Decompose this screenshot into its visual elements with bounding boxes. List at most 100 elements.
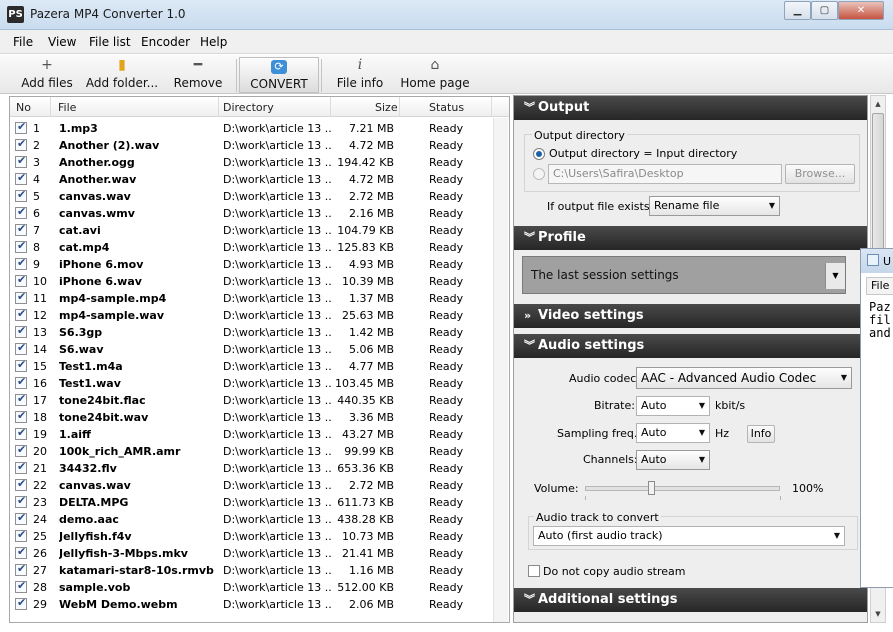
table-row[interactable]: 5 canvas.wav D:\work\article 13 ... 2.72 MB… xyxy=(10,188,509,205)
row-checkbox[interactable] xyxy=(15,139,27,151)
menu-encoder[interactable]: Encoder xyxy=(141,35,190,49)
volume-slider-track[interactable] xyxy=(585,486,780,491)
column-divider[interactable] xyxy=(50,97,51,117)
profile-select[interactable]: The last session settings ▼ xyxy=(522,256,846,294)
row-checkbox[interactable] xyxy=(15,173,27,185)
table-row[interactable]: 2 Another (2).wav D:\work\article 13 ... 4.… xyxy=(10,137,509,154)
row-checkbox[interactable] xyxy=(15,377,27,389)
row-checkbox[interactable] xyxy=(15,156,27,168)
scroll-up-icon[interactable]: ▲ xyxy=(871,96,885,112)
row-checkbox[interactable] xyxy=(15,598,27,610)
home-page-button[interactable]: ⌂ Home page xyxy=(400,57,470,93)
audio-codec-select[interactable]: AAC - Advanced Audio Codec ▼ xyxy=(636,367,852,389)
row-checkbox[interactable] xyxy=(15,360,27,372)
column-directory[interactable]: Directory xyxy=(223,101,274,114)
table-row[interactable]: 13 S6.3gp D:\work\article 13 ... 1.42 MB Rea… xyxy=(10,324,509,341)
radio-custom-directory[interactable] xyxy=(533,168,545,180)
audio-track-select[interactable]: Auto (first audio track) ▼ xyxy=(533,526,845,546)
background-window-menu[interactable]: File xyxy=(866,277,893,295)
if-exists-select[interactable]: Rename file ▼ xyxy=(649,196,780,216)
table-row[interactable]: 11 mp4-sample.mp4 D:\work\article 13 ... 1.… xyxy=(10,290,509,307)
table-row[interactable]: 7 cat.avi D:\work\article 13 ... 104.79 KB R… xyxy=(10,222,509,239)
row-checkbox[interactable] xyxy=(15,224,27,236)
column-divider[interactable] xyxy=(491,97,492,117)
menu-view[interactable]: View xyxy=(48,35,76,49)
table-row[interactable]: 8 cat.mp4 D:\work\article 13 ... 125.83 KB R… xyxy=(10,239,509,256)
row-checkbox[interactable] xyxy=(15,326,27,338)
profile-section-header[interactable]: ︾ Profile xyxy=(514,226,867,250)
row-checkbox[interactable] xyxy=(15,241,27,253)
convert-button[interactable]: ⟳ CONVERT xyxy=(239,57,319,93)
row-checkbox[interactable] xyxy=(15,445,27,457)
column-divider[interactable] xyxy=(399,97,400,117)
row-checkbox[interactable] xyxy=(15,122,27,134)
table-row[interactable]: 14 S6.wav D:\work\article 13 ... 5.06 MB Rea… xyxy=(10,341,509,358)
table-row[interactable]: 24 demo.aac D:\work\article 13 ... 438.28 K… xyxy=(10,511,509,528)
column-no[interactable]: No xyxy=(16,101,31,114)
row-checkbox[interactable] xyxy=(15,258,27,270)
close-button[interactable]: ✕ xyxy=(838,1,884,20)
table-row[interactable]: 10 iPhone 6.wav D:\work\article 13 ... 10.3… xyxy=(10,273,509,290)
add-folder-button[interactable]: ▮ Add folder... xyxy=(84,57,160,93)
menu-file-list[interactable]: File list xyxy=(89,35,131,49)
table-row[interactable]: 19 1.aiff D:\work\article 13 ... 43.27 MB Re… xyxy=(10,426,509,443)
table-row[interactable]: 3 Another.ogg D:\work\article 13 ... 194.42… xyxy=(10,154,509,171)
table-row[interactable]: 18 tone24bit.wav D:\work\article 13 ... 3.3… xyxy=(10,409,509,426)
no-copy-audio-label[interactable]: Do not copy audio stream xyxy=(543,565,686,578)
no-copy-audio-checkbox[interactable] xyxy=(528,565,540,577)
row-checkbox[interactable] xyxy=(15,292,27,304)
file-list-scrollbar[interactable] xyxy=(493,118,508,622)
table-row[interactable]: 16 Test1.wav D:\work\article 13 ...103.45 … xyxy=(10,375,509,392)
file-list[interactable]: No File Directory Size Status 1 1.mp3 D:\w… xyxy=(9,96,510,623)
row-checkbox[interactable] xyxy=(15,428,27,440)
menu-help[interactable]: Help xyxy=(200,35,227,49)
additional-section-header[interactable]: ︾ Additional settings xyxy=(514,588,867,612)
volume-slider-thumb[interactable] xyxy=(648,481,655,495)
table-row[interactable]: 4 Another.wav D:\work\article 13 ... 4.72 M… xyxy=(10,171,509,188)
table-row[interactable]: 1 1.mp3 D:\work\article 13 ... 7.21 MB Ready xyxy=(10,120,509,137)
row-checkbox[interactable] xyxy=(15,581,27,593)
sampling-select[interactable]: Auto ▼ xyxy=(636,423,710,443)
remove-button[interactable]: ━ Remove xyxy=(170,57,226,93)
browse-button[interactable]: Browse... xyxy=(785,164,855,184)
row-checkbox[interactable] xyxy=(15,411,27,423)
channels-select[interactable]: Auto ▼ xyxy=(636,450,710,470)
add-files-button[interactable]: + Add files xyxy=(18,57,76,93)
column-size[interactable]: Size xyxy=(375,101,398,114)
table-row[interactable]: 28 sample.vob D:\work\article 13 ... 512.00… xyxy=(10,579,509,596)
scroll-down-icon[interactable]: ▼ xyxy=(871,606,885,622)
row-checkbox[interactable] xyxy=(15,275,27,287)
table-row[interactable]: 27 katamari-star8-10s.rmvb D:\work\article… xyxy=(10,562,509,579)
audio-section-header[interactable]: ︾ Audio settings xyxy=(514,334,867,358)
background-window-titlebar[interactable]: U xyxy=(861,249,893,273)
row-checkbox[interactable] xyxy=(15,547,27,559)
column-divider[interactable] xyxy=(218,97,219,117)
row-checkbox[interactable] xyxy=(15,496,27,508)
row-checkbox[interactable] xyxy=(15,207,27,219)
radio-input-directory-label[interactable]: Output directory = Input directory xyxy=(549,147,737,160)
table-row[interactable]: 9 iPhone 6.mov D:\work\article 13 ... 4.93 … xyxy=(10,256,509,273)
table-row[interactable]: 17 tone24bit.flac D:\work\article 13 ... 44… xyxy=(10,392,509,409)
row-checkbox[interactable] xyxy=(15,530,27,542)
video-section-header[interactable]: » Video settings xyxy=(514,304,867,328)
column-status[interactable]: Status xyxy=(429,101,464,114)
info-button[interactable]: Info xyxy=(747,425,775,443)
chevron-down-icon[interactable]: ▼ xyxy=(825,263,845,289)
maximize-button[interactable]: ▢ xyxy=(811,1,838,20)
table-row[interactable]: 23 DELTA.MPG D:\work\article 13 ... 611.73 … xyxy=(10,494,509,511)
row-checkbox[interactable] xyxy=(15,462,27,474)
column-file[interactable]: File xyxy=(58,101,76,114)
radio-input-directory[interactable] xyxy=(533,148,545,160)
table-row[interactable]: 26 Jellyfish-3-Mbps.mkv D:\work\article 13… xyxy=(10,545,509,562)
row-checkbox[interactable] xyxy=(15,479,27,491)
row-checkbox[interactable] xyxy=(15,564,27,576)
table-row[interactable]: 20 100k_rich_AMR.amr D:\work\article 13 ..… xyxy=(10,443,509,460)
row-checkbox[interactable] xyxy=(15,190,27,202)
table-row[interactable]: 22 canvas.wav D:\work\article 13 ... 2.72 M… xyxy=(10,477,509,494)
table-row[interactable]: 21 34432.flv D:\work\article 13 ... 653.36 … xyxy=(10,460,509,477)
row-checkbox[interactable] xyxy=(15,309,27,321)
output-path-field[interactable]: C:\Users\Safira\Desktop xyxy=(548,164,782,184)
table-row[interactable]: 15 Test1.m4a D:\work\article 13 ... 4.77 MB… xyxy=(10,358,509,375)
table-row[interactable]: 12 mp4-sample.wav D:\work\article 13 ... 25… xyxy=(10,307,509,324)
row-checkbox[interactable] xyxy=(15,513,27,525)
